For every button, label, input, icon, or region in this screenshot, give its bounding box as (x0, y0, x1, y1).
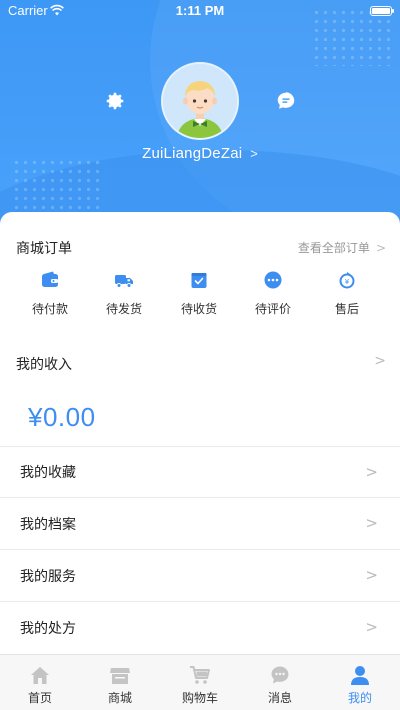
order-item-pending-review[interactable]: 待评价 (241, 270, 305, 317)
tab-messages[interactable]: 消息 (240, 655, 320, 710)
order-item-label: 待收货 (180, 302, 217, 316)
menu-item-label: 我的收藏 (20, 465, 76, 481)
tab-label: 我的 (347, 691, 372, 705)
order-item-pending-shipment[interactable]: 待发货 (92, 270, 156, 317)
tab-home[interactable]: 首页 (0, 655, 80, 710)
after-sale-icon: ¥ (339, 272, 355, 289)
order-item-pending-receipt[interactable]: 待收货 (167, 270, 231, 317)
tab-label: 商城 (107, 691, 132, 705)
menu-list: 我的收藏 > 我的档案 > 我的服务 > 我的处方 > (0, 446, 400, 654)
menu-item-records[interactable]: 我的档案 > (0, 498, 400, 550)
order-item-label: 待付款 (31, 302, 68, 316)
income-title: 我的收入 (16, 357, 72, 373)
chat-bubble-icon[interactable] (275, 90, 297, 112)
username: ZuiLiangDeZai (142, 145, 243, 162)
menu-item-label: 我的档案 (20, 516, 76, 533)
receive-box-icon (191, 273, 207, 288)
svg-text:¥: ¥ (345, 278, 350, 286)
status-bar: Carrier 1:11 PM (0, 0, 400, 22)
wallet-icon (42, 271, 58, 287)
menu-item-services[interactable]: 我的服务 > (0, 550, 400, 602)
dot-pattern (12, 158, 102, 212)
income-amount: ¥0.00 (28, 402, 96, 432)
tab-store[interactable]: 商城 (80, 655, 160, 710)
menu-item-label: 我的服务 (20, 568, 76, 585)
chevron-right-icon: > (365, 514, 378, 532)
profile-card: 商城订单 查看全部订单 > 待付款 待发货 待收货 待评价 ¥ 售后 我的收入 … (0, 212, 400, 654)
username-link[interactable]: ZuiLiangDeZai > (0, 145, 400, 162)
tab-profile[interactable]: 我的 (320, 655, 400, 710)
income-row[interactable]: 我的收入 > (16, 353, 386, 374)
settings-gear-icon[interactable] (104, 90, 126, 112)
menu-item-prescriptions[interactable]: 我的处方 > (0, 602, 400, 654)
menu-item-favorites[interactable]: 我的收藏 > (0, 446, 400, 498)
order-item-pending-payment[interactable]: 待付款 (18, 270, 82, 317)
avatar[interactable] (161, 62, 239, 140)
status-time: 1:11 PM (175, 3, 225, 18)
tab-label: 首页 (27, 691, 52, 705)
view-all-orders-link[interactable]: 查看全部订单 > (298, 239, 386, 256)
comment-icon (264, 271, 282, 289)
chevron-right-icon: > (365, 463, 378, 481)
order-item-label: 售后 (334, 302, 359, 316)
store-icon (110, 668, 130, 684)
tab-label: 消息 (267, 691, 292, 705)
profile-icon (351, 666, 369, 685)
chevron-right-icon: > (375, 241, 386, 255)
order-item-label: 待评价 (254, 302, 291, 316)
chevron-right-icon: > (365, 618, 378, 636)
view-all-orders-label: 查看全部订单 (297, 241, 370, 255)
chevron-right-icon: > (250, 146, 258, 161)
menu-item-label: 我的处方 (20, 621, 76, 637)
order-item-label: 待发货 (105, 302, 142, 316)
tab-cart[interactable]: 购物车 (160, 655, 240, 710)
cart-icon (190, 666, 210, 684)
order-item-after-sale[interactable]: ¥ 售后 (315, 270, 379, 317)
truck-icon (115, 275, 133, 288)
chevron-right-icon: > (365, 566, 378, 584)
battery-icon (370, 6, 394, 16)
message-icon (271, 666, 289, 684)
orders-title: 商城订单 (16, 241, 72, 257)
chevron-right-icon: > (374, 353, 386, 369)
home-icon (31, 667, 49, 684)
tab-bar: 首页 商城 购物车 消息 我的 (0, 654, 400, 710)
tab-label: 购物车 (181, 691, 218, 705)
avatar-illustration (163, 64, 237, 138)
